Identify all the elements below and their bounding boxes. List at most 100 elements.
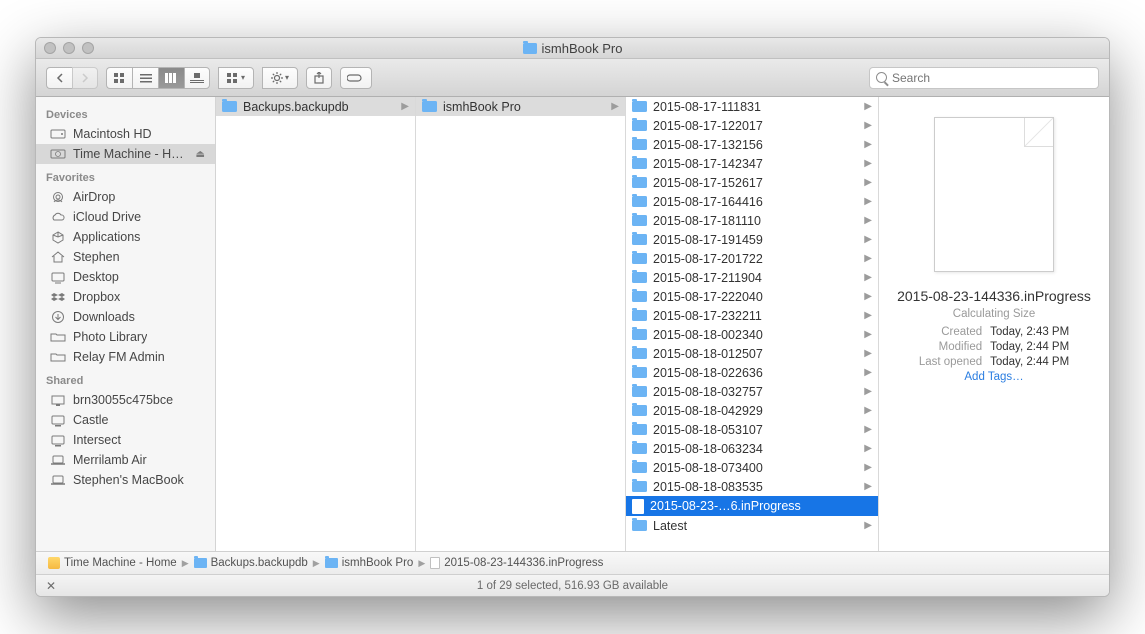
sidebar-item[interactable]: Time Machine - Home⏏: [36, 144, 215, 164]
row-label: 2015-08-17-211904: [653, 271, 762, 285]
list-view-button[interactable]: [132, 67, 158, 89]
back-button[interactable]: [46, 67, 72, 89]
pathbar-segment[interactable]: 2015-08-23-144336.inProgress: [430, 557, 603, 569]
eject-icon[interactable]: ⏏: [196, 149, 205, 160]
column-row[interactable]: 2015-08-17-122017▶: [626, 116, 878, 135]
sidebar-item[interactable]: Macintosh HD: [36, 124, 215, 144]
row-label: 2015-08-18-002340: [653, 328, 763, 342]
sidebar-item[interactable]: Dropbox: [36, 287, 215, 307]
finder-window: ismhBook Pro ▾ ▾ DevicesMacintosh HDTime…: [35, 37, 1110, 597]
preview-size: Calculating Size: [953, 308, 1035, 320]
column-row[interactable]: 2015-08-17-222040▶: [626, 287, 878, 306]
column-row[interactable]: 2015-08-17-211904▶: [626, 268, 878, 287]
folder-icon: [632, 272, 647, 283]
action-button[interactable]: ▾: [262, 67, 298, 89]
column-row[interactable]: ismhBook Pro▶: [416, 97, 625, 116]
tm-icon: [50, 148, 66, 161]
folder-icon: [632, 177, 647, 188]
column-row[interactable]: 2015-08-23-…6.inProgress: [626, 496, 878, 516]
status-text: 1 of 29 selected, 516.93 GB available: [477, 580, 668, 592]
folder-icon: [632, 329, 647, 340]
view-switcher: [106, 67, 210, 89]
pathbar-segment[interactable]: Time Machine - Home: [48, 557, 177, 569]
icon-view-button[interactable]: [106, 67, 132, 89]
file-icon: [430, 557, 440, 569]
sidebar-item[interactable]: Stephen's MacBook: [36, 470, 215, 490]
column-row[interactable]: 2015-08-17-152617▶: [626, 173, 878, 192]
sidebar-item[interactable]: Desktop: [36, 267, 215, 287]
sidebar-item-label: brn30055c475bce: [73, 393, 173, 407]
sidebar-item[interactable]: iCloud Drive: [36, 207, 215, 227]
arrange-button[interactable]: ▾: [218, 67, 254, 89]
folder-icon: [632, 443, 647, 454]
folder-icon: [632, 462, 647, 473]
column-row[interactable]: 2015-08-18-022636▶: [626, 363, 878, 382]
search-field[interactable]: [869, 67, 1099, 89]
chevron-right-icon: ▶: [864, 329, 872, 340]
sidebar-item[interactable]: Applications: [36, 227, 215, 247]
toolbar: ▾ ▾: [36, 59, 1109, 97]
sidebar-item-label: Photo Library: [73, 330, 147, 344]
column-row[interactable]: 2015-08-17-181110▶: [626, 211, 878, 230]
forward-button[interactable]: [72, 67, 98, 89]
chevron-right-icon: ▶: [864, 291, 872, 302]
column-row[interactable]: Backups.backupdb▶: [216, 97, 415, 116]
folder-icon: [50, 351, 66, 364]
column-row[interactable]: 2015-08-18-053107▶: [626, 420, 878, 439]
sidebar-item[interactable]: AirDrop: [36, 187, 215, 207]
column-row[interactable]: 2015-08-17-132156▶: [626, 135, 878, 154]
column-row[interactable]: Latest▶: [626, 516, 878, 535]
sidebar-item[interactable]: Photo Library: [36, 327, 215, 347]
sidebar-item[interactable]: Stephen: [36, 247, 215, 267]
column-row[interactable]: 2015-08-18-012507▶: [626, 344, 878, 363]
column-row[interactable]: 2015-08-18-042929▶: [626, 401, 878, 420]
chevron-right-icon: ▶: [864, 367, 872, 378]
sidebar-item[interactable]: Downloads: [36, 307, 215, 327]
pathbar-segment[interactable]: Backups.backupdb: [194, 557, 308, 569]
column-row[interactable]: 2015-08-18-032757▶: [626, 382, 878, 401]
search-icon: [876, 72, 887, 83]
path-bar: Time Machine - Home▶Backups.backupdb▶ism…: [36, 551, 1109, 574]
pc-icon: [50, 394, 66, 407]
cancel-icon[interactable]: ✕: [46, 579, 56, 593]
column-1[interactable]: Backups.backupdb▶: [216, 97, 416, 551]
sidebar-item-label: Castle: [73, 413, 108, 427]
column-row[interactable]: 2015-08-18-073400▶: [626, 458, 878, 477]
drive-icon: [48, 557, 60, 569]
row-label: 2015-08-17-191459: [653, 233, 763, 247]
column-row[interactable]: 2015-08-17-142347▶: [626, 154, 878, 173]
sidebar-item[interactable]: Intersect: [36, 430, 215, 450]
chevron-right-icon: ▶: [864, 405, 872, 416]
coverflow-view-button[interactable]: [184, 67, 210, 89]
column-row[interactable]: 2015-08-17-201722▶: [626, 249, 878, 268]
column-row[interactable]: 2015-08-17-164416▶: [626, 192, 878, 211]
sidebar-item[interactable]: Relay FM Admin: [36, 347, 215, 367]
column-3[interactable]: 2015-08-17-111831▶2015-08-17-122017▶2015…: [626, 97, 879, 551]
chevron-right-icon: ▶: [864, 310, 872, 321]
column-view-button[interactable]: [158, 67, 184, 89]
pathbar-segment[interactable]: ismhBook Pro: [325, 557, 414, 569]
column-row[interactable]: 2015-08-18-063234▶: [626, 439, 878, 458]
sidebar[interactable]: DevicesMacintosh HDTime Machine - Home⏏F…: [36, 97, 216, 551]
add-tags-link[interactable]: Add Tags…: [964, 371, 1023, 383]
sidebar-item[interactable]: Castle: [36, 410, 215, 430]
apps-icon: [50, 231, 66, 244]
column-row[interactable]: 2015-08-18-002340 ▶: [626, 325, 878, 344]
arrange-group: ▾: [218, 67, 254, 89]
column-row[interactable]: 2015-08-17-191459 ▶: [626, 230, 878, 249]
search-input[interactable]: [892, 71, 1092, 85]
column-row[interactable]: 2015-08-17-111831▶: [626, 97, 878, 116]
column-row[interactable]: 2015-08-18-083535▶: [626, 477, 878, 496]
tags-button[interactable]: [340, 67, 372, 89]
folder-icon: [523, 43, 537, 54]
window-title-text: ismhBook Pro: [542, 41, 623, 56]
column-2[interactable]: ismhBook Pro▶: [416, 97, 626, 551]
sidebar-item[interactable]: Merrilamb Air: [36, 450, 215, 470]
sidebar-item[interactable]: brn30055c475bce: [36, 390, 215, 410]
chevron-right-icon: ▶: [864, 443, 872, 454]
chevron-right-icon: ▶: [864, 234, 872, 245]
share-button[interactable]: [306, 67, 332, 89]
folder-icon: [632, 139, 647, 150]
column-row[interactable]: 2015-08-17-232211▶: [626, 306, 878, 325]
folder-icon: [632, 291, 647, 302]
